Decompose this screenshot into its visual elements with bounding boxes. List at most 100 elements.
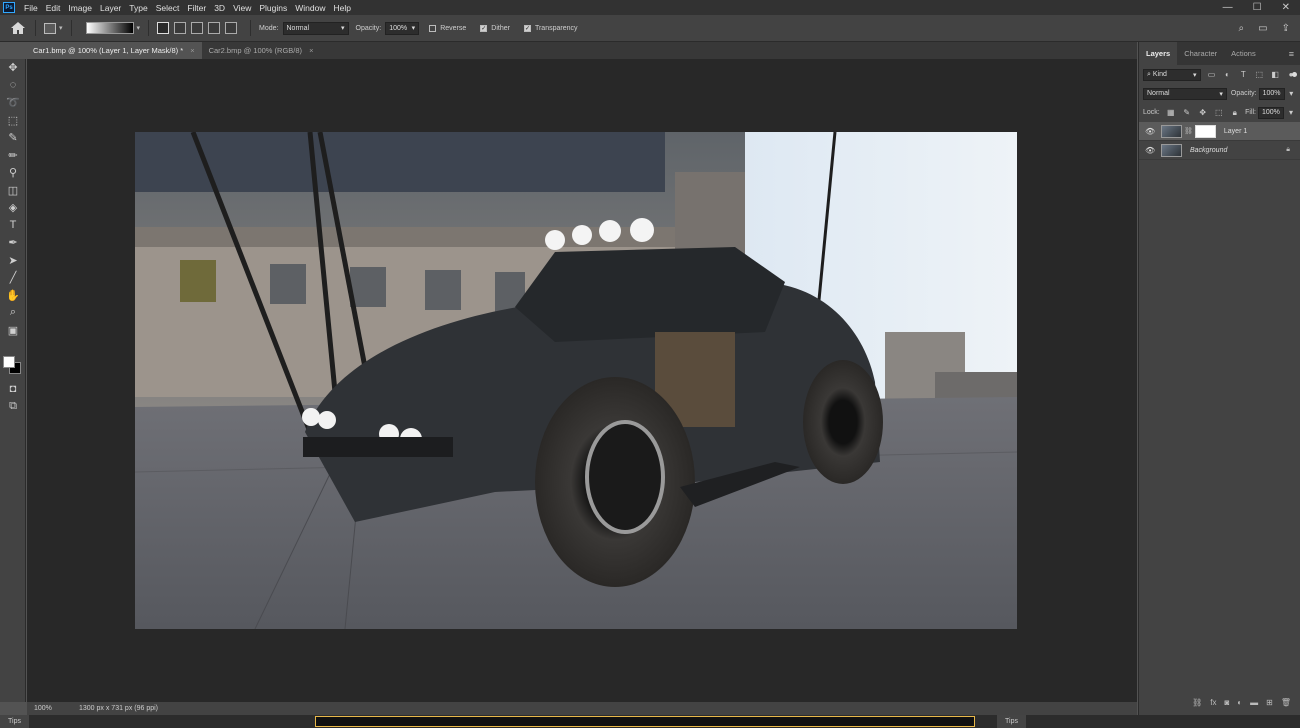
object-selection-icon[interactable]: ⬚ [0, 112, 26, 130]
add-mask-icon[interactable]: ◙ [1224, 698, 1229, 707]
new-layer-icon[interactable]: ⊞ [1266, 698, 1273, 707]
close-icon[interactable]: × [190, 46, 194, 55]
radial-gradient-button[interactable] [174, 22, 187, 34]
pixel-filter-icon[interactable]: ▭ [1207, 70, 1217, 79]
maximize-button[interactable]: ☐ [1253, 2, 1262, 13]
move-tool-icon[interactable]: ✥ [0, 59, 26, 77]
menu-file[interactable]: File [20, 3, 42, 13]
chevron-down-icon[interactable]: ▾ [1286, 108, 1296, 117]
tips-button[interactable]: Tips [0, 715, 29, 728]
menu-view[interactable]: View [229, 3, 255, 13]
menu-filter[interactable]: Filter [183, 3, 210, 13]
trash-icon[interactable]: 🗑︎ [1281, 698, 1291, 707]
panel-menu-icon[interactable]: ≡ [1289, 49, 1294, 59]
blend-mode-select[interactable]: Normal ▾ [1143, 87, 1227, 100]
share-icon[interactable]: ⇪ [1282, 23, 1290, 34]
brush-icon[interactable]: ✏ [0, 147, 26, 165]
home-icon[interactable] [9, 21, 27, 35]
menu-image[interactable]: Image [64, 3, 96, 13]
eraser-icon[interactable]: ◫ [0, 182, 26, 200]
type-filter-icon[interactable]: T [1238, 70, 1248, 79]
tips-button-right[interactable]: Tips [997, 715, 1026, 728]
elliptical-marquee-icon[interactable]: ◌ [0, 77, 26, 95]
tool-preset-picker[interactable] [44, 22, 56, 34]
type-tool-icon[interactable]: T [0, 217, 26, 235]
close-icon[interactable]: × [309, 46, 313, 55]
paint-bucket-icon[interactable]: ◈ [0, 199, 26, 217]
adjustment-layer-icon[interactable]: ◐ [1237, 698, 1242, 707]
smart-object-filter-icon[interactable]: ◧ [1270, 70, 1280, 79]
layer-mask-thumbnail[interactable] [1194, 124, 1216, 138]
lock-all-icon[interactable]: 🔒︎ [1230, 108, 1240, 117]
minimize-button[interactable]: — [1223, 2, 1233, 13]
angle-gradient-button[interactable] [191, 22, 204, 34]
reflected-gradient-button[interactable] [208, 22, 221, 34]
chevron-down-icon[interactable]: ▾ [1287, 89, 1296, 98]
path-selection-icon[interactable]: ➤ [0, 252, 26, 270]
timeline-strip[interactable] [315, 716, 975, 727]
zoom-level[interactable]: 100% [27, 705, 67, 712]
menu-layer[interactable]: Layer [96, 3, 125, 13]
chevron-down-icon[interactable]: ▾ [59, 24, 63, 32]
lock-transparent-icon[interactable]: ▦ [1166, 108, 1176, 117]
fill-input[interactable]: 100% [1258, 106, 1284, 119]
menu-type[interactable]: Type [125, 3, 151, 13]
mode-select[interactable]: Normal ▾ [282, 21, 349, 35]
fx-icon[interactable]: fx [1210, 698, 1216, 707]
eye-icon[interactable]: 👁︎ [1145, 146, 1157, 155]
lasso-icon[interactable]: ➰ [0, 94, 26, 112]
new-group-icon[interactable]: ▬ [1250, 698, 1258, 707]
tab-car1[interactable]: Car1.bmp @ 100% (Layer 1, Layer Mask/8) … [26, 42, 202, 59]
document-info[interactable]: 1300 px x 731 px (96 ppi) [67, 705, 158, 712]
lock-position-icon[interactable]: ✥ [1198, 108, 1208, 117]
layer-opacity-input[interactable]: 100% [1258, 87, 1285, 100]
reverse-checkbox[interactable]: Reverse [429, 24, 470, 32]
layer-row-background[interactable]: 👁︎ Background 🔒︎ [1139, 141, 1300, 160]
shape-filter-icon[interactable]: ⬚ [1254, 70, 1264, 79]
tab-car2[interactable]: Car2.bmp @ 100% (RGB/8) × [202, 42, 321, 59]
chevron-down-icon[interactable]: ▾ [137, 24, 141, 32]
foreground-color-swatch[interactable] [3, 356, 15, 368]
tab-character[interactable]: Character [1177, 42, 1224, 65]
linear-gradient-button[interactable] [157, 22, 170, 34]
lock-icon[interactable]: 🔒︎ [1286, 146, 1290, 154]
pen-icon[interactable]: ✒ [0, 234, 26, 252]
lock-image-icon[interactable]: ✎ [1182, 108, 1192, 117]
eyedropper-icon[interactable]: ✎ [0, 129, 26, 147]
filter-kind-select[interactable]: ⌕ Kind ▾ [1143, 68, 1201, 81]
opacity-input[interactable]: 100% ▾ [385, 21, 420, 35]
hand-icon[interactable]: ✋ [0, 287, 26, 305]
stamp-icon[interactable]: ⚲ [0, 164, 26, 182]
zoom-icon[interactable]: ⌕ [0, 304, 26, 322]
lock-artboard-icon[interactable]: ⬚ [1214, 108, 1224, 117]
menu-select[interactable]: Select [152, 3, 184, 13]
dither-checkbox[interactable]: ✓ Dither [480, 24, 514, 32]
gradient-picker[interactable] [85, 22, 134, 34]
menu-help[interactable]: Help [329, 3, 354, 13]
menu-3d[interactable]: 3D [210, 3, 229, 13]
quick-mask-icon[interactable]: ◘ [0, 380, 26, 398]
photoshop-logo-icon[interactable]: Ps [3, 2, 15, 13]
document-image[interactable] [135, 132, 1017, 629]
fill-value: 100% [1262, 109, 1280, 116]
link-layers-icon[interactable]: ⛓︎ [1192, 698, 1202, 707]
canvas-area[interactable] [27, 59, 1137, 702]
workspace-icon[interactable]: ▭ [1258, 23, 1267, 34]
close-button[interactable]: ✕ [1282, 2, 1290, 13]
link-icon[interactable]: ⛓︎ [1184, 127, 1193, 135]
eye-icon[interactable]: 👁︎ [1145, 127, 1157, 136]
menu-edit[interactable]: Edit [42, 3, 65, 13]
search-icon[interactable]: ⌕ [1239, 23, 1245, 34]
scrollbar[interactable] [1292, 72, 1297, 77]
tab-actions[interactable]: Actions [1224, 42, 1263, 65]
edit-toolbar-icon[interactable]: ▣ [0, 322, 26, 340]
menu-window[interactable]: Window [291, 3, 329, 13]
diamond-gradient-button[interactable] [225, 22, 238, 34]
screen-mode-icon[interactable]: ⧉ [0, 398, 26, 416]
menu-plugins[interactable]: Plugins [255, 3, 291, 13]
adjustment-filter-icon[interactable]: ◐ [1222, 70, 1232, 79]
layer-row-layer1[interactable]: 👁︎ ⛓︎ Layer 1 [1139, 122, 1300, 141]
line-tool-icon[interactable]: ╱ [0, 269, 26, 287]
transparency-checkbox[interactable]: ✓ Transparency [523, 24, 582, 32]
tab-layers[interactable]: Layers [1139, 42, 1178, 65]
